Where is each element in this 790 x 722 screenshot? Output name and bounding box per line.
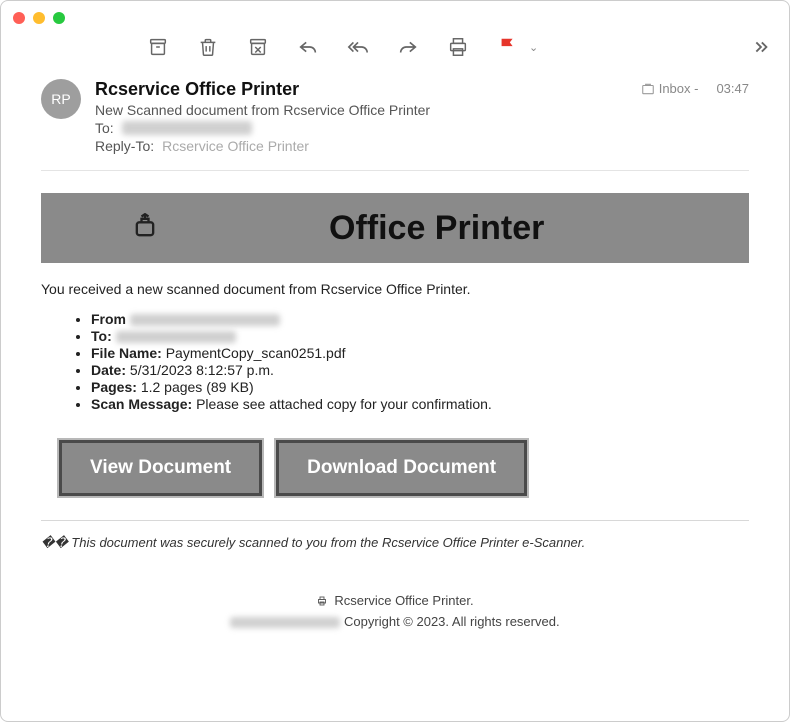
intro-text: You received a new scanned document from… bbox=[41, 281, 749, 297]
reply-all-icon[interactable] bbox=[347, 36, 369, 58]
toolbar: ⌄ bbox=[1, 35, 789, 65]
flag-menu-chevron-icon[interactable]: ⌄ bbox=[529, 41, 538, 54]
avatar: RP bbox=[41, 79, 81, 119]
banner: Office Printer bbox=[41, 193, 749, 263]
secure-note: �� This document was securely scanned to… bbox=[41, 535, 749, 551]
download-document-button[interactable]: Download Document bbox=[276, 440, 527, 496]
list-item: File Name: PaymentCopy_scan0251.pdf bbox=[91, 345, 749, 361]
to-label: To: bbox=[95, 120, 114, 136]
window-close-button[interactable] bbox=[13, 12, 25, 24]
sender-name: Rcservice Office Printer bbox=[95, 79, 627, 100]
email-subject: New Scanned document from Rcservice Offi… bbox=[95, 102, 627, 118]
body-divider bbox=[41, 520, 749, 521]
email-time: 03:47 bbox=[716, 81, 749, 96]
printer-out-icon bbox=[131, 213, 159, 244]
folder-name: Inbox - bbox=[659, 81, 699, 96]
to-value-redacted bbox=[122, 121, 252, 135]
list-item: To: bbox=[91, 328, 749, 344]
details-list: From To: File Name: PaymentCopy_scan0251… bbox=[41, 311, 749, 412]
footer-line2: Copyright © 2023. All rights reserved. bbox=[344, 614, 560, 629]
folder-indicator[interactable]: Inbox - bbox=[641, 81, 699, 96]
view-document-button[interactable]: View Document bbox=[59, 440, 262, 496]
window-zoom-button[interactable] bbox=[53, 12, 65, 24]
printer-small-icon bbox=[316, 595, 328, 607]
footer-redacted bbox=[230, 617, 340, 628]
more-icon[interactable] bbox=[749, 36, 771, 58]
window-minimize-button[interactable] bbox=[33, 12, 45, 24]
banner-title: Office Printer bbox=[329, 209, 544, 248]
flag-icon[interactable] bbox=[497, 36, 519, 58]
archive-icon[interactable] bbox=[147, 36, 169, 58]
list-item: Date: 5/31/2023 8:12:57 p.m. bbox=[91, 362, 749, 378]
trash-icon[interactable] bbox=[197, 36, 219, 58]
reply-to-value: Rcservice Office Printer bbox=[162, 138, 309, 154]
list-item: Pages: 1.2 pages (89 KB) bbox=[91, 379, 749, 395]
footer-line1: Rcservice Office Printer. bbox=[334, 591, 473, 611]
folder-icon bbox=[641, 82, 655, 96]
list-item: Scan Message: Please see attached copy f… bbox=[91, 396, 749, 412]
reply-to-label: Reply-To: bbox=[95, 138, 154, 154]
email-header: RP Rcservice Office Printer New Scanned … bbox=[1, 65, 789, 164]
forward-icon[interactable] bbox=[397, 36, 419, 58]
print-icon[interactable] bbox=[447, 36, 469, 58]
footer: Rcservice Office Printer. Copyright © 20… bbox=[41, 591, 749, 632]
window-titlebar bbox=[1, 1, 789, 35]
email-body: Office Printer You received a new scanne… bbox=[1, 171, 789, 642]
reply-icon[interactable] bbox=[297, 36, 319, 58]
junk-icon[interactable] bbox=[247, 36, 269, 58]
list-item: From bbox=[91, 311, 749, 327]
